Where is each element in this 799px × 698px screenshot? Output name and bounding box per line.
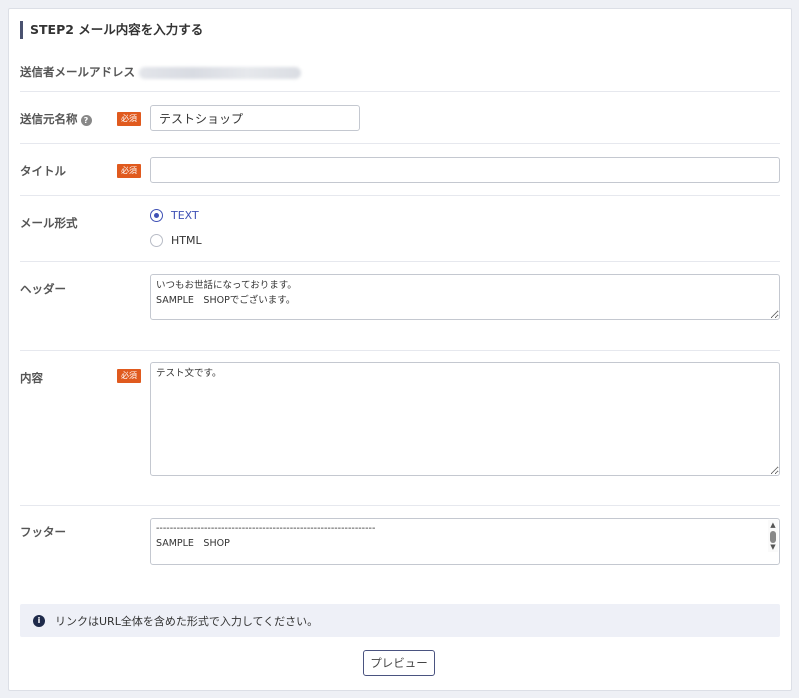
title-row: タイトル 必須 xyxy=(20,144,780,196)
scroll-down-icon[interactable]: ▼ xyxy=(768,542,778,552)
preview-button[interactable]: プレビュー xyxy=(363,650,435,676)
mail-format-label: メール形式 xyxy=(20,216,78,230)
header-textarea[interactable]: いつもお世話になっております。 SAMPLE SHOPでございます。 xyxy=(150,274,780,320)
body-row: 内容 必須 テスト文です。 xyxy=(20,351,780,506)
notice-box: i リンクはURL全体を含めた形式で入力してください。 xyxy=(20,604,780,637)
sender-email-row: 送信者メールアドレス xyxy=(20,53,780,92)
radio-text[interactable] xyxy=(150,209,163,222)
body-textarea[interactable]: テスト文です。 xyxy=(150,362,780,476)
sender-name-row: 送信元名称? 必須 xyxy=(20,92,780,144)
footer-row: フッター -----------------------------------… xyxy=(20,506,780,586)
title-input[interactable] xyxy=(150,157,780,183)
help-icon[interactable]: ? xyxy=(80,115,92,126)
radio-text-label: TEXT xyxy=(171,209,199,222)
footer-textarea-wrap: ----------------------------------------… xyxy=(150,518,780,565)
footer-textarea[interactable]: ----------------------------------------… xyxy=(151,519,779,564)
footer-label: フッター xyxy=(20,525,66,539)
radio-option-html[interactable]: HTML xyxy=(150,234,202,247)
radio-option-text[interactable]: TEXT xyxy=(150,209,199,222)
sender-name-label: 送信元名称 xyxy=(20,112,78,126)
step-title: STEP2 メール内容を入力する xyxy=(20,21,203,39)
body-label: 内容 xyxy=(20,371,43,385)
title-label: タイトル xyxy=(20,164,66,178)
scroll-up-icon[interactable]: ▲ xyxy=(768,520,778,530)
radio-html-label: HTML xyxy=(171,234,202,247)
header-label: ヘッダー xyxy=(20,282,66,296)
required-badge: 必須 xyxy=(117,164,141,178)
info-icon: i xyxy=(33,614,45,627)
sender-email-label: 送信者メールアドレス xyxy=(20,65,135,79)
footer-scrollbar[interactable]: ▲ ▼ xyxy=(768,520,778,552)
mail-content-panel: STEP2 メール内容を入力する 送信者メールアドレス 送信元名称? 必須 タイ… xyxy=(8,8,792,691)
required-badge: 必須 xyxy=(117,369,141,383)
required-badge: 必須 xyxy=(117,112,141,126)
radio-html[interactable] xyxy=(150,234,163,247)
sender-email-value-redacted xyxy=(139,67,301,79)
sender-name-input[interactable] xyxy=(150,105,360,131)
notice-text: リンクはURL全体を含めた形式で入力してください。 xyxy=(55,614,319,628)
header-row: ヘッダー いつもお世話になっております。 SAMPLE SHOPでございます。 xyxy=(20,262,780,351)
mail-format-row: メール形式 TEXT HTML xyxy=(20,196,780,262)
